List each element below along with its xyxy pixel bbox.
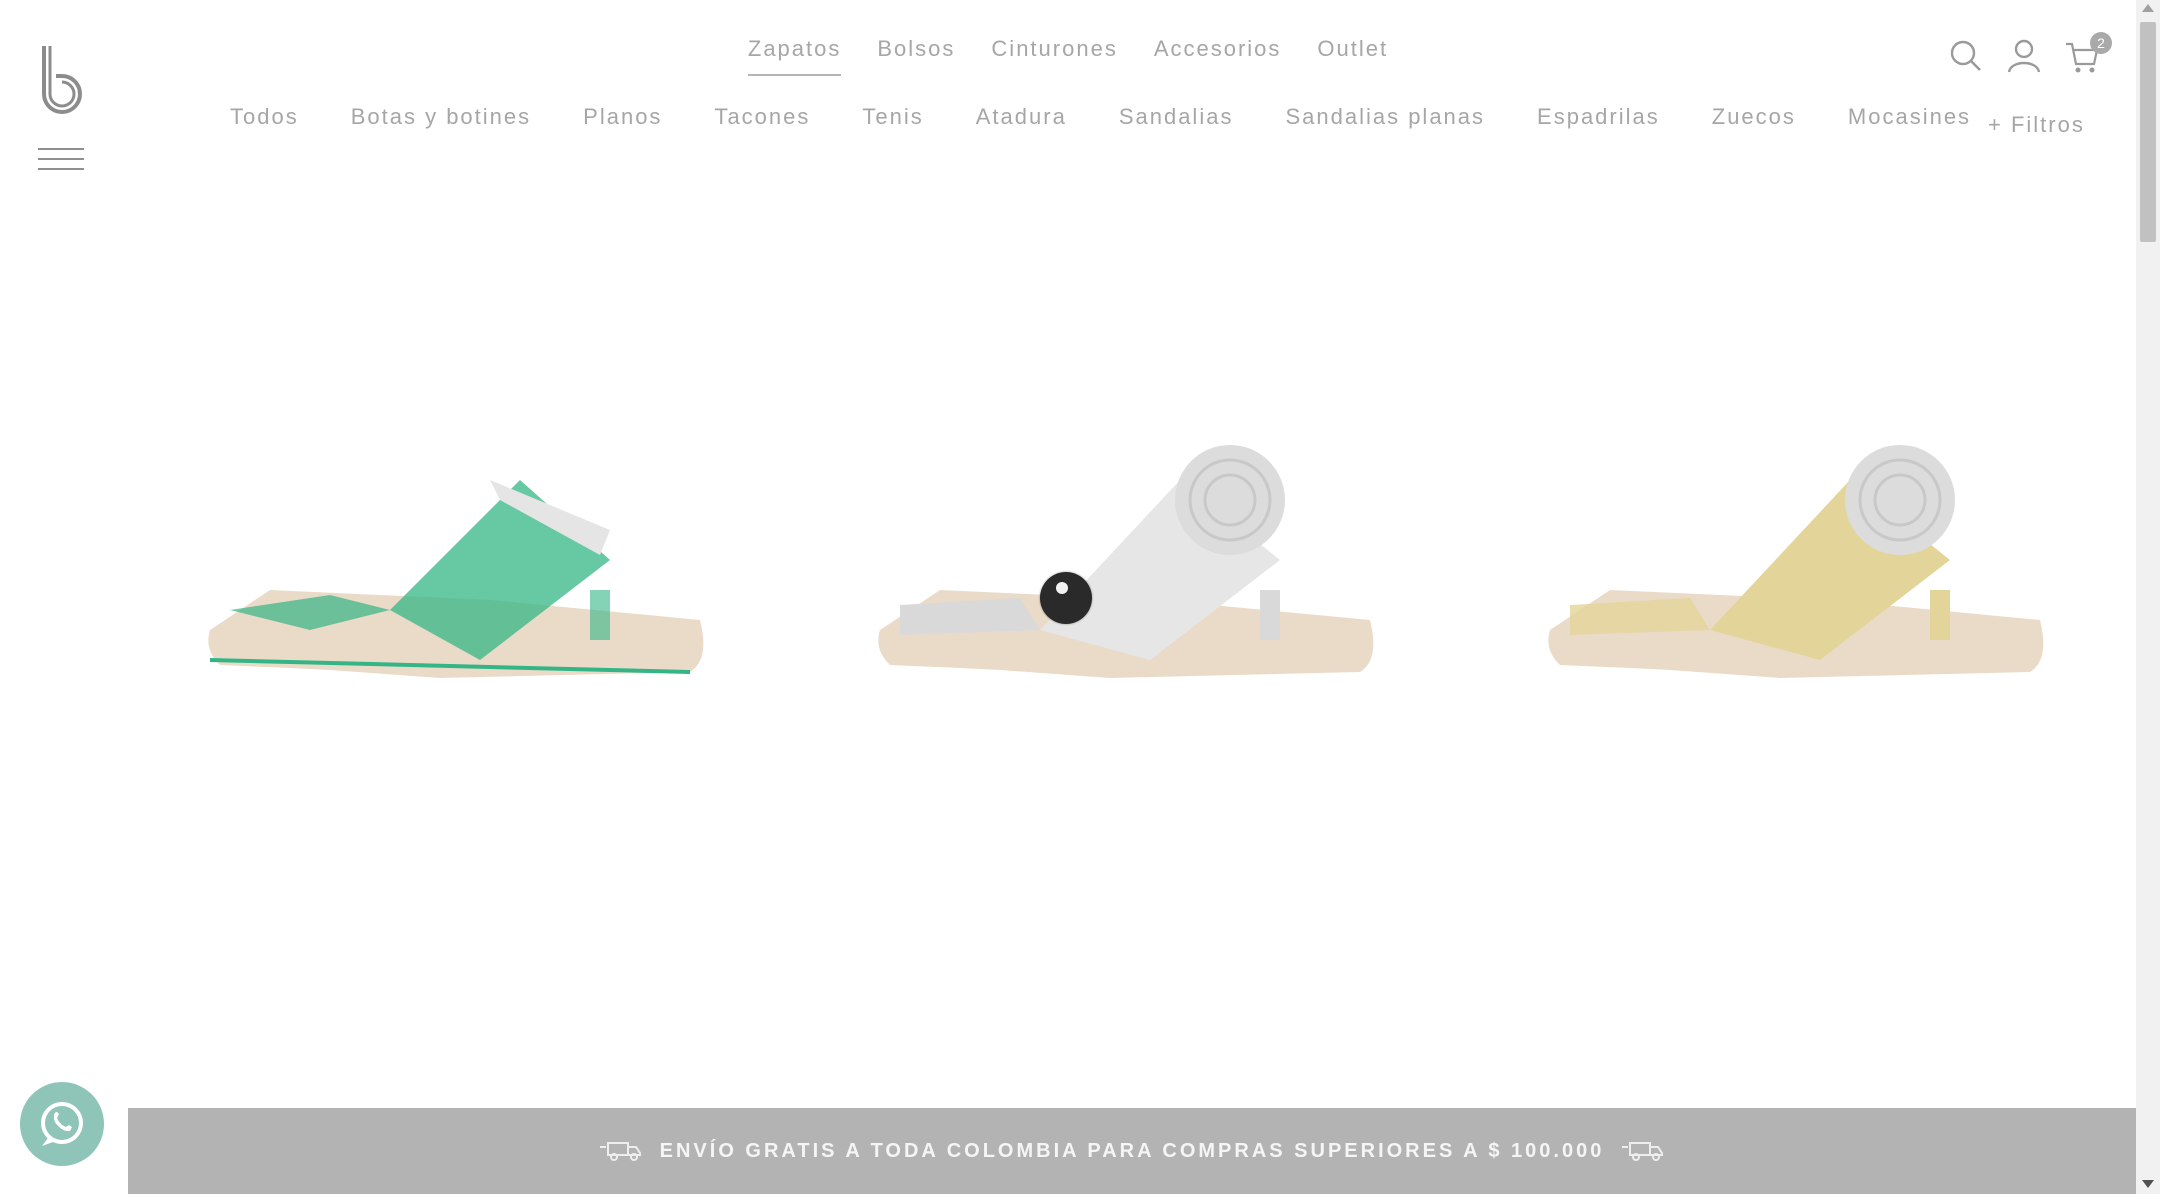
scroll-thumb[interactable] <box>2140 22 2156 242</box>
menu-line <box>38 158 84 160</box>
page: Zapatos Bolsos Cinturones Accesorios Out… <box>0 0 2136 1194</box>
menu-button[interactable] <box>38 148 84 172</box>
top-nav-cinturones[interactable]: Cinturones <box>991 36 1117 76</box>
search-button[interactable] <box>1948 36 1984 76</box>
top-nav-accesorios[interactable]: Accesorios <box>1154 36 1282 76</box>
category-todos[interactable]: Todos <box>230 104 299 130</box>
header-icons: 2 <box>1948 32 2112 76</box>
whatsapp-button[interactable] <box>20 1082 104 1166</box>
category-planos[interactable]: Planos <box>583 104 662 130</box>
top-nav-outlet[interactable]: Outlet <box>1317 36 1388 76</box>
category-espadrilas[interactable]: Espadrilas <box>1537 104 1660 130</box>
top-nav-bolsos[interactable]: Bolsos <box>877 36 955 76</box>
category-atadura[interactable]: Atadura <box>976 104 1067 130</box>
category-zuecos[interactable]: Zuecos <box>1712 104 1796 130</box>
truck-icon <box>1622 1142 1664 1161</box>
sandal-image <box>878 445 1374 678</box>
menu-line <box>38 148 84 150</box>
product-card[interactable] <box>190 440 730 720</box>
shipping-banner-text: ENVÍO GRATIS A TODA COLOMBIA PARA COMPRA… <box>659 1139 1605 1162</box>
product-grid <box>190 440 2100 720</box>
category-nav: Todos Botas y botines Planos Tacones Ten… <box>230 104 1971 130</box>
user-icon <box>2007 39 2041 73</box>
product-card[interactable] <box>860 440 1400 720</box>
scrollbar[interactable] <box>2136 0 2160 1194</box>
cursor-indicator <box>1040 572 1092 624</box>
scroll-up-icon[interactable] <box>2142 4 2154 12</box>
sandal-image <box>1548 445 2044 678</box>
scroll-down-icon[interactable] <box>2142 1180 2154 1188</box>
shipping-banner: ENVÍO GRATIS A TODA COLOMBIA PARA COMPRA… <box>128 1108 2136 1194</box>
search-icon <box>1950 40 1981 71</box>
cart-button[interactable]: 2 <box>2064 32 2112 76</box>
truck-icon <box>599 1142 641 1161</box>
sandal-image <box>208 480 704 678</box>
category-tenis[interactable]: Tenis <box>862 104 923 130</box>
account-button[interactable] <box>2006 36 2042 76</box>
top-nav-zapatos[interactable]: Zapatos <box>747 36 842 76</box>
cart-count-badge: 2 <box>2090 32 2112 54</box>
category-sandalias[interactable]: Sandalias <box>1119 104 1234 130</box>
category-mocasines[interactable]: Mocasines <box>1848 104 1971 130</box>
top-nav: Zapatos Bolsos Cinturones Accesorios Out… <box>0 36 2136 76</box>
category-sandalias-planas[interactable]: Sandalias planas <box>1285 104 1485 130</box>
whatsapp-icon <box>41 1102 83 1146</box>
category-botas[interactable]: Botas y botines <box>351 104 531 130</box>
menu-line <box>38 168 84 170</box>
product-card[interactable] <box>1530 440 2070 720</box>
category-tacones[interactable]: Tacones <box>714 104 810 130</box>
filters-button[interactable]: + Filtros <box>1988 112 2085 138</box>
